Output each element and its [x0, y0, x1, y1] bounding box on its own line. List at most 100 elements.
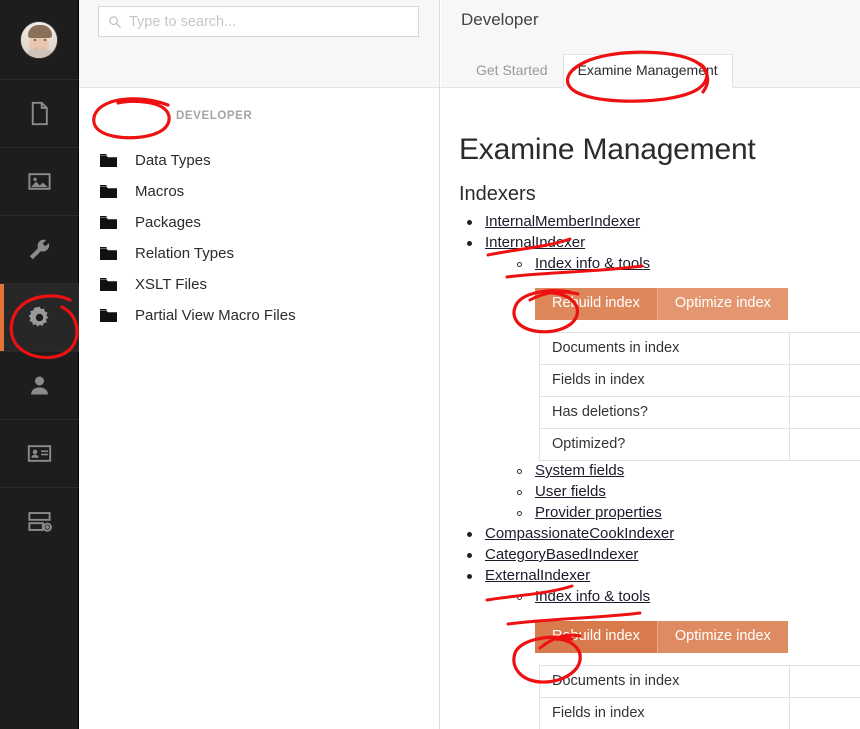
folder-icon — [100, 153, 117, 168]
folder-icon — [100, 184, 117, 199]
rail-item-media[interactable] — [0, 147, 79, 215]
table-row: Fields in index — [539, 364, 860, 397]
index-sub-link-item: System fields — [509, 461, 860, 482]
indexer-details-internalindexer: Index info & tools — [509, 254, 860, 275]
tree-item-label: Partial View Macro Files — [135, 307, 296, 324]
index-info-table-externalindexer: Documents in index Fields in index — [539, 665, 860, 729]
folder-icon — [100, 215, 117, 230]
content-panel: Developer Get Started Examine Management… — [441, 0, 860, 729]
table-row: Optimized? — [539, 428, 860, 461]
wrench-icon — [26, 236, 53, 263]
index-sub-link-item: Provider properties — [509, 503, 860, 524]
tree-item-partial-view-macro-files[interactable]: Partial View Macro Files — [79, 300, 440, 331]
index-info-tools-link[interactable]: Index info & tools — [535, 254, 650, 275]
list-bullet — [467, 553, 472, 558]
indexer-link-internalmemberindexer[interactable]: InternalMemberIndexer — [485, 212, 640, 233]
table-cell-key: Fields in index — [539, 364, 790, 397]
tree-item-packages[interactable]: Packages — [79, 207, 440, 238]
content-header: Developer Get Started Examine Management — [441, 0, 860, 88]
tree-item-data-types[interactable]: Data Types — [79, 145, 440, 176]
app-rail — [0, 0, 79, 729]
index-sub-link-item: User fields — [509, 482, 860, 503]
forms-icon — [26, 508, 53, 535]
indexer-item: ExternalIndexer Index info & tools Rebui… — [459, 566, 860, 729]
folder-icon — [100, 308, 117, 323]
table-cell-key: Documents in index — [539, 332, 790, 365]
folder-icon — [100, 246, 117, 261]
tree-group-label: DEVELOPER — [176, 110, 253, 122]
user-fields-link[interactable]: User fields — [535, 482, 606, 503]
table-cell-value — [789, 396, 860, 429]
rail-item-forms[interactable] — [0, 487, 79, 555]
index-sub-links-internalindexer: System fields User fields Provider prope… — [509, 461, 860, 524]
table-cell-value — [789, 364, 860, 397]
search-input[interactable] — [129, 7, 418, 36]
rebuild-index-button[interactable]: Rebuild index — [535, 621, 658, 653]
table-cell-value — [789, 332, 860, 365]
table-cell-key: Fields in index — [539, 697, 790, 729]
optimize-index-button[interactable]: Optimize index — [657, 288, 788, 320]
tree-item-label: Macros — [135, 183, 185, 200]
list-bullet-hollow — [517, 511, 522, 516]
rail-item-settings[interactable] — [0, 215, 79, 283]
provider-properties-link[interactable]: Provider properties — [535, 503, 662, 524]
indexer-link-internalindexer[interactable]: InternalIndexer — [485, 233, 585, 254]
tab-get-started[interactable]: Get Started — [461, 54, 563, 87]
avatar-eye-right — [44, 38, 46, 41]
tree-header — [79, 0, 439, 88]
list-bullet-hollow — [517, 262, 522, 267]
tree-panel: DEVELOPER Data Types Macros Packages — [79, 0, 440, 729]
optimize-index-button[interactable]: Optimize index — [657, 621, 788, 653]
tree-item-xslt-files[interactable]: XSLT Files — [79, 269, 440, 300]
rail-item-users[interactable] — [0, 351, 79, 419]
tab-examine-management[interactable]: Examine Management — [562, 54, 733, 88]
avatar-container[interactable] — [0, 0, 78, 79]
index-tools-buttons-externalindexer: Rebuild index Optimize index — [535, 621, 788, 653]
list-bullet — [467, 241, 472, 246]
rail-item-members[interactable] — [0, 419, 79, 487]
tree-item-relation-types[interactable]: Relation Types — [79, 238, 440, 269]
avatar[interactable] — [20, 20, 58, 59]
indexer-link-compassionatecookindexer[interactable]: CompassionateCookIndexer — [485, 524, 674, 545]
indexer-item: InternalMemberIndexer — [459, 212, 860, 233]
table-cell-value — [789, 665, 860, 698]
index-info-item: Index info & tools — [509, 254, 860, 275]
avatar-shirt — [25, 48, 55, 58]
indexer-link-externalindexer[interactable]: ExternalIndexer — [485, 566, 590, 587]
rail-item-content[interactable] — [0, 79, 79, 147]
tree-item-label: Packages — [135, 214, 201, 231]
table-cell-key: Has deletions? — [539, 396, 790, 429]
user-icon — [26, 372, 53, 399]
tree-item-label: Relation Types — [135, 245, 234, 262]
table-cell-value — [789, 428, 860, 461]
folder-icon — [100, 277, 117, 292]
index-tools-buttons-internalindexer: Rebuild index Optimize index — [535, 288, 788, 320]
rail-item-developer[interactable] — [0, 283, 79, 351]
image-icon — [26, 168, 53, 195]
avatar-eye-left — [34, 38, 36, 41]
tree-item-label: XSLT Files — [135, 276, 207, 293]
table-row: Fields in index — [539, 697, 860, 729]
id-card-icon — [26, 440, 53, 467]
tree-item-macros[interactable]: Macros — [79, 176, 440, 207]
list-bullet-hollow — [517, 490, 522, 495]
rebuild-index-button[interactable]: Rebuild index — [535, 288, 658, 320]
list-bullet — [467, 574, 472, 579]
table-row: Has deletions? — [539, 396, 860, 429]
index-info-tools-link[interactable]: Index info & tools — [535, 587, 650, 608]
index-info-item: Index info & tools — [509, 587, 860, 608]
examine-management-document: Examine Management Indexers InternalMemb… — [441, 89, 860, 729]
indexers-heading: Indexers — [459, 183, 536, 205]
system-fields-link[interactable]: System fields — [535, 461, 624, 482]
indexer-item: InternalIndexer Index info & tools Rebui… — [459, 233, 860, 524]
indexer-link-categorybasedindexer[interactable]: CategoryBasedIndexer — [485, 545, 638, 566]
list-bullet — [467, 220, 472, 225]
table-cell-key: Documents in index — [539, 665, 790, 698]
umbraco-backoffice-window: DEVELOPER Data Types Macros Packages — [0, 0, 860, 729]
search-box[interactable] — [98, 6, 419, 37]
gear-icon — [26, 304, 53, 331]
tree-item-label: Data Types — [135, 152, 211, 169]
indexers-list: InternalMemberIndexer InternalIndexer In… — [459, 212, 860, 729]
table-row: Documents in index — [539, 665, 860, 698]
list-bullet — [467, 532, 472, 537]
